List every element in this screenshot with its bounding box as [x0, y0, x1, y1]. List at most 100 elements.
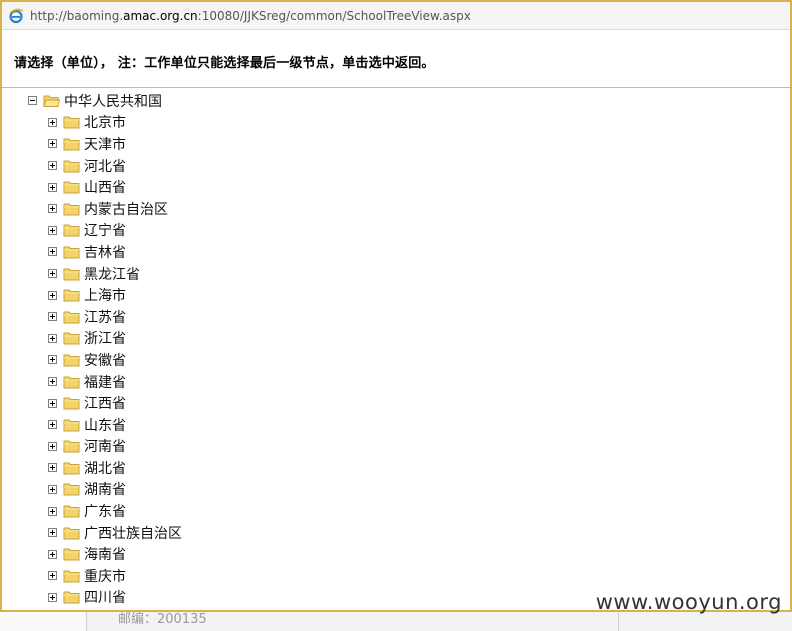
- folder-icon: [63, 116, 80, 129]
- tree-node-label[interactable]: 浙江省: [84, 328, 126, 348]
- tree-node-label[interactable]: 黑龙江省: [84, 264, 140, 284]
- expand-toggle-icon[interactable]: [48, 204, 57, 214]
- tree-node[interactable]: 广东省: [28, 500, 182, 522]
- folder-icon: [63, 591, 80, 604]
- divider: [2, 87, 790, 88]
- open-folder-icon: [43, 95, 60, 107]
- expand-toggle-icon[interactable]: [48, 117, 57, 127]
- watermark-text: www.wooyun.org: [595, 590, 782, 614]
- tree-node-label[interactable]: 辽宁省: [84, 220, 126, 240]
- folder-icon: [63, 527, 80, 540]
- tree-node[interactable]: 海南省: [28, 543, 182, 565]
- tree-node-label[interactable]: 四川省: [84, 587, 126, 607]
- tree-node[interactable]: 安徽省: [28, 349, 182, 371]
- tree-node-label[interactable]: 北京市: [84, 112, 126, 132]
- tree-node-label[interactable]: 江西省: [84, 393, 126, 413]
- background-page-strip: 邮编：200135: [0, 612, 792, 631]
- tree-node[interactable]: 天津市: [28, 133, 182, 155]
- divider: [618, 612, 619, 631]
- folder-icon: [63, 181, 80, 194]
- tree-node[interactable]: 北京市: [28, 112, 182, 134]
- folder-icon: [63, 376, 80, 389]
- folder-icon: [63, 397, 80, 410]
- expand-toggle-icon[interactable]: [48, 269, 57, 279]
- expand-toggle-icon[interactable]: [48, 571, 57, 581]
- tree-node-label[interactable]: 安徽省: [84, 350, 126, 370]
- region-tree: 中华人民共和国 北京市 天津市 河北省 山西省 内蒙古自治区 辽宁省 吉林省 黑龙江省 上海市江…: [28, 90, 182, 608]
- tree-node[interactable]: 四川省: [28, 587, 182, 609]
- expand-toggle-icon[interactable]: [48, 312, 57, 322]
- tree-node-label[interactable]: 山东省: [84, 415, 126, 435]
- tree-node[interactable]: 湖南省: [28, 479, 182, 501]
- tree-node-label[interactable]: 山西省: [84, 177, 126, 197]
- tree-node-label[interactable]: 重庆市: [84, 566, 126, 586]
- tree-node-label[interactable]: 河南省: [84, 436, 126, 456]
- tree-node[interactable]: 吉林省: [28, 241, 182, 263]
- tree-node[interactable]: 辽宁省: [28, 220, 182, 242]
- folder-icon: [63, 224, 80, 237]
- folder-icon: [63, 311, 80, 324]
- folder-icon: [63, 440, 80, 453]
- expand-toggle-icon[interactable]: [48, 463, 57, 473]
- expand-toggle-icon[interactable]: [48, 139, 57, 149]
- tree-node[interactable]: 湖北省: [28, 457, 182, 479]
- expand-toggle-icon[interactable]: [48, 161, 57, 171]
- tree-node-label[interactable]: 广东省: [84, 501, 126, 521]
- expand-toggle-icon[interactable]: [48, 355, 57, 365]
- expand-toggle-icon[interactable]: [48, 592, 57, 602]
- tree-node-root[interactable]: 中华人民共和国: [28, 90, 182, 112]
- background-input-box: [0, 612, 87, 631]
- tree-node-label[interactable]: 广西壮族自治区: [84, 523, 182, 543]
- ie-icon: [9, 8, 24, 23]
- expand-toggle-icon[interactable]: [48, 290, 57, 300]
- tree-node[interactable]: 河北省: [28, 155, 182, 177]
- tree-node[interactable]: 上海市: [28, 284, 182, 306]
- tree-node-label[interactable]: 吉林省: [84, 242, 126, 262]
- tree-node[interactable]: 福建省: [28, 371, 182, 393]
- tree-node-label[interactable]: 江苏省: [84, 307, 126, 327]
- expand-toggle-icon[interactable]: [48, 225, 57, 235]
- expand-toggle-icon[interactable]: [48, 182, 57, 192]
- expand-toggle-icon[interactable]: [48, 484, 57, 494]
- tree-node[interactable]: 山西省: [28, 176, 182, 198]
- expand-toggle-icon[interactable]: [48, 247, 57, 257]
- address-bar[interactable]: http://baoming. amac.org.cn:10080/JJKSreg…: [2, 2, 790, 30]
- tree-node[interactable]: 黑龙江省: [28, 263, 182, 285]
- expand-toggle-icon[interactable]: [48, 377, 57, 387]
- tree-node-label[interactable]: 湖南省: [84, 479, 126, 499]
- expand-toggle-icon[interactable]: [48, 398, 57, 408]
- tree-node[interactable]: 内蒙古自治区: [28, 198, 182, 220]
- tree-node[interactable]: 山东省: [28, 414, 182, 436]
- tree-node[interactable]: 浙江省: [28, 328, 182, 350]
- expand-toggle-icon[interactable]: [48, 528, 57, 538]
- tree-node-label[interactable]: 湖北省: [84, 458, 126, 478]
- tree-node-label[interactable]: 海南省: [84, 544, 126, 564]
- tree-node[interactable]: 河南省: [28, 436, 182, 458]
- expand-toggle-icon[interactable]: [48, 420, 57, 430]
- folder-icon: [63, 419, 80, 432]
- tree-node[interactable]: 江西省: [28, 392, 182, 414]
- folder-icon: [63, 548, 80, 561]
- folder-icon: [63, 246, 80, 259]
- tree-node-label[interactable]: 天津市: [84, 134, 126, 154]
- tree-node-label[interactable]: 福建省: [84, 372, 126, 392]
- background-partial-text: 邮编：200135: [118, 612, 207, 627]
- expand-toggle-icon[interactable]: [48, 333, 57, 343]
- url-prefix: http://baoming.: [30, 8, 124, 23]
- tree-node[interactable]: 江苏省: [28, 306, 182, 328]
- tree-node-label[interactable]: 上海市: [84, 285, 126, 305]
- instruction-text: 请选择（单位）， 注：工作单位只能选择最后一级节点，单击选中返回。: [14, 56, 435, 71]
- tree-node-label[interactable]: 中华人民共和国: [64, 91, 162, 111]
- tree-node[interactable]: 广西壮族自治区: [28, 522, 182, 544]
- expand-toggle-icon[interactable]: [48, 441, 57, 451]
- tree-node-label[interactable]: 内蒙古自治区: [84, 199, 168, 219]
- url-domain: amac.org.cn: [123, 8, 198, 23]
- tree-node-label[interactable]: 河北省: [84, 156, 126, 176]
- collapse-toggle-icon[interactable]: [28, 96, 37, 106]
- folder-icon: [63, 483, 80, 496]
- expand-toggle-icon[interactable]: [48, 549, 57, 559]
- folder-icon: [63, 160, 80, 173]
- folder-icon: [63, 505, 80, 518]
- expand-toggle-icon[interactable]: [48, 506, 57, 516]
- tree-node[interactable]: 重庆市: [28, 565, 182, 587]
